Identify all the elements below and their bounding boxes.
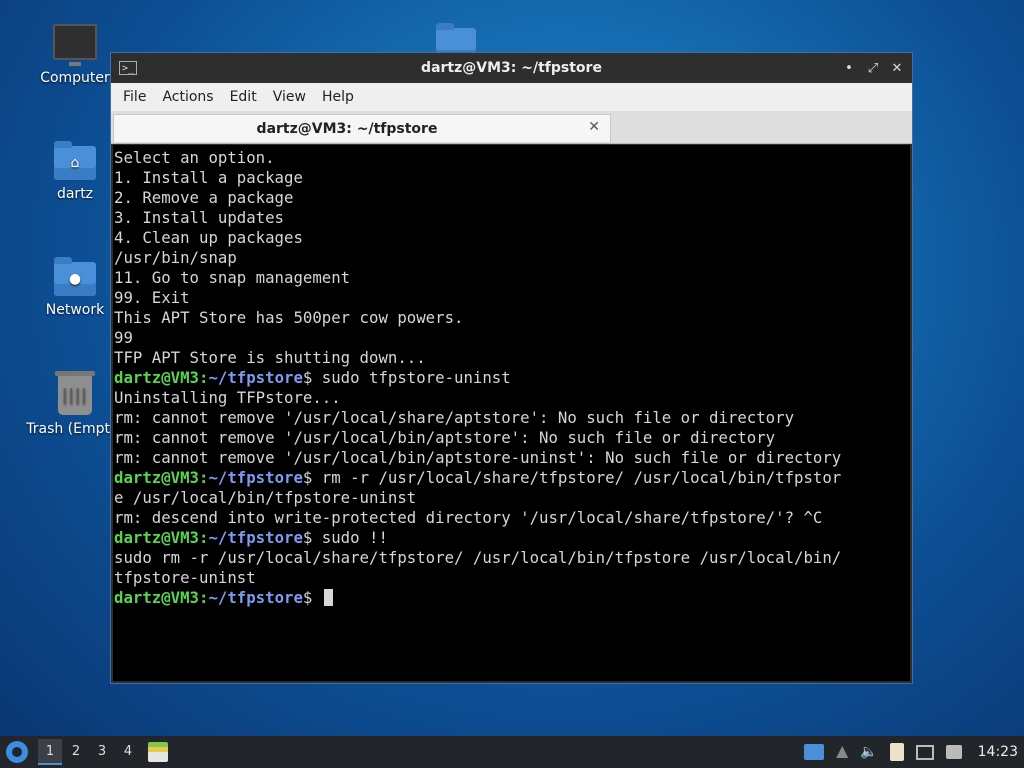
- minimize-button[interactable]: •: [840, 61, 858, 76]
- trash-icon: [55, 371, 95, 415]
- prompt-command: $: [302, 588, 322, 607]
- prompt-path: ~/tfpstore: [208, 528, 303, 547]
- maximize-button[interactable]: ⤢: [864, 61, 882, 76]
- terminal-prompt-line: dartz@VM3:~/tfpstore$ sudo !!: [114, 528, 910, 548]
- terminal-line: Select an option.: [114, 148, 275, 167]
- workspace-1[interactable]: 1: [38, 739, 62, 765]
- workspace-3[interactable]: 3: [90, 739, 114, 765]
- menu-edit[interactable]: Edit: [222, 89, 265, 105]
- prompt-command: $ sudo !!: [302, 528, 388, 547]
- home-folder-icon: ⌂: [54, 141, 96, 180]
- terminal-line: /usr/bin/snap: [114, 248, 237, 267]
- network-folder-icon: ●: [54, 257, 96, 296]
- terminal-prompt-line: dartz@VM3:~/tfpstore$ rm -r /usr/local/s…: [114, 468, 910, 488]
- taskbar: 1 2 3 4 🔈 14:23: [0, 736, 1024, 768]
- close-button[interactable]: ✕: [888, 61, 906, 76]
- terminal-line: 4. Clean up packages: [114, 228, 303, 247]
- clock[interactable]: 14:23: [978, 744, 1018, 760]
- prompt-path: ~/tfpstore: [208, 588, 303, 607]
- computer-icon: [53, 24, 97, 66]
- text-cursor: [323, 589, 333, 606]
- terminal-line: 3. Install updates: [114, 208, 285, 227]
- system-tray: 🔈 14:23: [804, 743, 1018, 761]
- start-menu-icon[interactable]: [6, 741, 28, 763]
- terminal-window: >_ dartz@VM3: ~/tfpstore • ⤢ ✕ File Acti…: [110, 52, 913, 684]
- terminal-line: 99. Exit: [114, 288, 190, 307]
- terminal-line: TFP APT Store is shutting down...: [114, 348, 426, 367]
- terminal-tab[interactable]: dartz@VM3: ~/tfpstore ✕: [113, 114, 611, 142]
- tab-close-icon[interactable]: ✕: [588, 119, 600, 135]
- terminal-output[interactable]: Select an option. 1. Install a package 2. …: [113, 145, 910, 681]
- clipboard-icon[interactable]: [889, 743, 904, 761]
- prompt-path: ~/tfpstore: [208, 468, 303, 487]
- terminal-line: tfpstore-uninst: [114, 568, 256, 587]
- menu-file[interactable]: File: [115, 89, 154, 105]
- tab-bar: dartz@VM3: ~/tfpstore ✕: [111, 111, 912, 144]
- window-titlebar[interactable]: >_ dartz@VM3: ~/tfpstore • ⤢ ✕: [111, 53, 912, 83]
- terminal-line: rm: descend into write-protected directo…: [114, 508, 823, 527]
- menu-view[interactable]: View: [265, 89, 314, 105]
- network-icon[interactable]: [915, 744, 934, 760]
- volume-icon[interactable]: 🔈: [860, 744, 877, 760]
- terminal-line: 2. Remove a package: [114, 188, 294, 207]
- terminal-app-icon[interactable]: >_: [119, 61, 137, 75]
- terminal-line: e /usr/local/bin/tfpstore-uninst: [114, 488, 417, 507]
- terminal-line: 1. Install a package: [114, 168, 303, 187]
- terminal-line: rm: cannot remove '/usr/local/bin/aptsto…: [114, 448, 842, 467]
- terminal-line: 11. Go to snap management: [114, 268, 351, 287]
- tray-expand-icon[interactable]: [836, 746, 849, 758]
- terminal-line: 99: [114, 328, 133, 347]
- tab-label: dartz@VM3: ~/tfpstore: [256, 121, 438, 137]
- terminal-prompt-line: dartz@VM3:~/tfpstore$ sudo tfpstore-unin…: [114, 368, 910, 388]
- app-launcher-icon[interactable]: [148, 742, 168, 762]
- terminal-prompt-line: dartz@VM3:~/tfpstore$: [114, 588, 910, 608]
- window-controls: • ⤢ ✕: [840, 61, 906, 76]
- display-icon[interactable]: [804, 744, 825, 760]
- prompt-user: dartz@VM3:: [114, 468, 209, 487]
- prompt-command: $ sudo tfpstore-uninst: [302, 368, 511, 387]
- prompt-user: dartz@VM3:: [114, 528, 209, 547]
- workspace-2[interactable]: 2: [64, 739, 88, 765]
- updates-icon[interactable]: [945, 745, 962, 759]
- prompt-command: $ rm -r /usr/local/share/tfpstore/ /usr/…: [302, 468, 842, 487]
- workspace-4[interactable]: 4: [116, 739, 140, 765]
- prompt-path: ~/tfpstore: [208, 368, 303, 387]
- window-title: dartz@VM3: ~/tfpstore: [421, 60, 602, 76]
- terminal-line: sudo rm -r /usr/local/share/tfpstore/ /u…: [114, 548, 842, 567]
- prompt-user: dartz@VM3:: [114, 588, 209, 607]
- terminal-line: Uninstalling TFPstore...: [114, 388, 341, 407]
- terminal-line: rm: cannot remove '/usr/local/bin/aptsto…: [114, 428, 776, 447]
- terminal-line: This APT Store has 500per cow powers.: [114, 308, 464, 327]
- prompt-user: dartz@VM3:: [114, 368, 209, 387]
- terminal-line: rm: cannot remove '/usr/local/share/apts…: [114, 408, 795, 427]
- menu-help[interactable]: Help: [314, 89, 362, 105]
- menu-actions[interactable]: Actions: [154, 89, 221, 105]
- menu-bar: File Actions Edit View Help: [111, 83, 912, 111]
